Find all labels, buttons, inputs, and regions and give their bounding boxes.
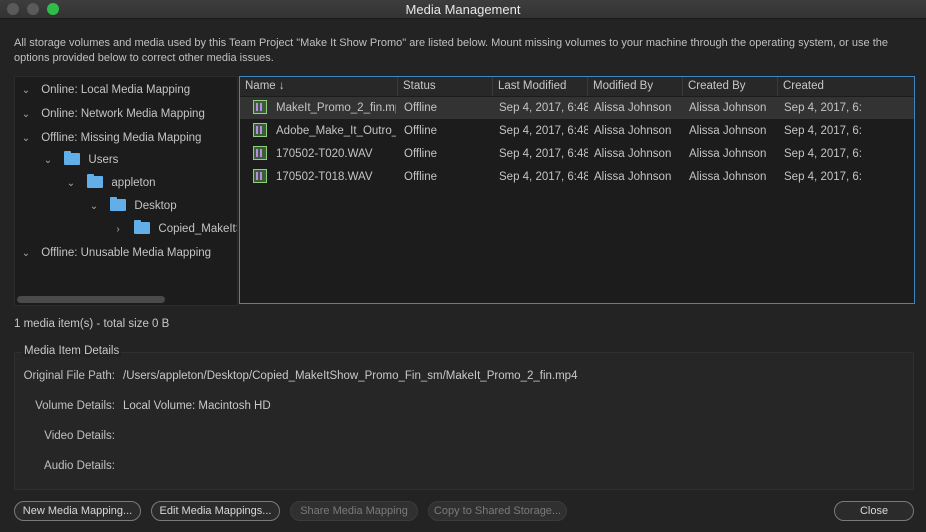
cell-last-modified: Sep 4, 2017, 6:48:4 — [499, 148, 588, 160]
folder-icon — [134, 220, 151, 234]
chevron-down-icon[interactable]: ⌄ — [19, 106, 33, 124]
table-row[interactable]: MakeIt_Promo_2_fin.mp4 Offline Sep 4, 20… — [240, 97, 914, 119]
cell-name: MakeIt_Promo_2_fin.mp4 — [276, 102, 396, 114]
cell-name: 170502-T020.WAV — [276, 148, 373, 160]
chevron-down-icon[interactable]: ⌄ — [19, 245, 33, 263]
table-row[interactable]: Adobe_Make_It_Outro_I Offline Sep 4, 201… — [240, 120, 914, 142]
folder-icon — [110, 197, 127, 211]
video-details-label: Video Details: — [44, 430, 115, 442]
cell-created-by: Alissa Johnson — [689, 102, 767, 114]
chevron-down-icon[interactable]: ⌄ — [41, 152, 55, 170]
media-file-icon — [253, 146, 267, 160]
table-row[interactable]: 170502-T020.WAV Offline Sep 4, 2017, 6:4… — [240, 143, 914, 165]
column-header-name[interactable]: Name ↓ — [240, 77, 397, 96]
cell-created: Sep 4, 2017, 6:4 — [784, 125, 862, 137]
folder-icon — [87, 174, 104, 188]
cell-last-modified: Sep 4, 2017, 6:48:4 — [499, 171, 588, 183]
cell-modified-by: Alissa Johnson — [594, 171, 672, 183]
media-file-icon — [253, 169, 267, 183]
cell-last-modified: Sep 4, 2017, 6:48:4 — [499, 102, 588, 114]
chevron-down-icon[interactable]: ⌄ — [64, 175, 78, 193]
tree-item-desktop[interactable]: ⌄ Desktop — [87, 197, 177, 215]
tree-item-appleton[interactable]: ⌄ appleton — [64, 174, 156, 192]
table-row[interactable]: 170502-T018.WAV Offline Sep 4, 2017, 6:4… — [240, 166, 914, 188]
column-header-last-modified[interactable]: Last Modified — [492, 77, 587, 96]
chevron-right-icon[interactable]: › — [111, 221, 125, 239]
cell-status: Offline — [404, 148, 438, 160]
tree-label: Online: Network Media Mapping — [41, 108, 205, 120]
column-header-created[interactable]: Created — [777, 77, 914, 96]
cell-status: Offline — [404, 171, 438, 183]
cell-created: Sep 4, 2017, 6:4 — [784, 148, 862, 160]
media-file-icon — [253, 123, 267, 137]
tree-item-offline-unusable[interactable]: ⌄ Offline: Unusable Media Mapping — [19, 244, 211, 262]
media-table: Name ↓ Status Last Modified Modified By … — [239, 76, 915, 304]
folder-icon — [64, 151, 81, 165]
horizontal-scrollbar[interactable] — [17, 296, 165, 303]
cell-last-modified: Sep 4, 2017, 6:48:4 — [499, 125, 588, 137]
cell-created: Sep 4, 2017, 6:4 — [784, 171, 862, 183]
title-bar: Media Management — [0, 0, 926, 19]
tree-label: Online: Local Media Mapping — [41, 84, 191, 96]
tree-item-online-local[interactable]: ⌄ Online: Local Media Mapping — [19, 81, 190, 99]
cell-created-by: Alissa Johnson — [689, 125, 767, 137]
chevron-down-icon[interactable]: ⌄ — [19, 130, 33, 148]
intro-text: All storage volumes and media used by th… — [14, 37, 888, 64]
cell-created-by: Alissa Johnson — [689, 171, 767, 183]
chevron-down-icon[interactable]: ⌄ — [87, 198, 101, 216]
tree-label: Users — [88, 154, 119, 166]
copy-to-shared-storage-button[interactable]: Copy to Shared Storage... — [428, 501, 567, 521]
volume-details-label: Volume Details: — [35, 400, 115, 412]
tree-label: Offline: Missing Media Mapping — [41, 132, 202, 144]
tree-label: Offline: Unusable Media Mapping — [41, 247, 212, 259]
tree-item-online-network[interactable]: ⌄ Online: Network Media Mapping — [19, 105, 205, 123]
details-title: Media Item Details — [22, 345, 122, 357]
original-path-label: Original File Path: — [23, 370, 115, 382]
volume-details-value: Local Volume: Macintosh HD — [123, 400, 271, 412]
tree-label: Copied_MakeItShow_Promo_Fin_sm — [158, 223, 237, 235]
cell-name: Adobe_Make_It_Outro_I — [276, 125, 396, 137]
window-title: Media Management — [405, 2, 521, 17]
audio-details-label: Audio Details: — [44, 460, 115, 472]
mapping-tree: ⌄ Online: Local Media Mapping ⌄ Online: … — [14, 76, 238, 306]
cell-modified-by: Alissa Johnson — [594, 125, 672, 137]
column-header-created-by[interactable]: Created By — [682, 77, 777, 96]
share-media-mapping-button[interactable]: Share Media Mapping — [290, 501, 418, 521]
column-header-modified-by[interactable]: Modified By — [587, 77, 682, 96]
tree-label: Desktop — [134, 200, 177, 212]
cell-modified-by: Alissa Johnson — [594, 102, 672, 114]
cell-status: Offline — [404, 102, 438, 114]
table-header: Name ↓ Status Last Modified Modified By … — [240, 77, 914, 96]
cell-modified-by: Alissa Johnson — [594, 148, 672, 160]
cell-status: Offline — [404, 125, 438, 137]
column-header-status[interactable]: Status — [397, 77, 492, 96]
tree-item-users[interactable]: ⌄ Users — [41, 151, 118, 169]
chevron-down-icon[interactable]: ⌄ — [19, 82, 33, 100]
cell-name: 170502-T018.WAV — [276, 171, 373, 183]
original-path-value: /Users/appleton/Desktop/Copied_MakeItSho… — [123, 370, 578, 382]
tree-label: appleton — [111, 177, 156, 189]
close-button[interactable]: Close — [834, 501, 914, 521]
summary-text: 1 media item(s) - total size 0 B — [14, 318, 170, 330]
edit-media-mappings-button[interactable]: Edit Media Mappings... — [151, 501, 280, 521]
tree-item-offline-missing[interactable]: ⌄ Offline: Missing Media Mapping — [19, 129, 202, 148]
cell-created: Sep 4, 2017, 6:4 — [784, 102, 862, 114]
cell-created-by: Alissa Johnson — [689, 148, 767, 160]
media-file-icon — [253, 100, 267, 114]
new-media-mapping-button[interactable]: New Media Mapping... — [14, 501, 141, 521]
tree-item-copied-folder[interactable]: › Copied_MakeItShow_Promo_Fin_sm — [111, 220, 237, 239]
